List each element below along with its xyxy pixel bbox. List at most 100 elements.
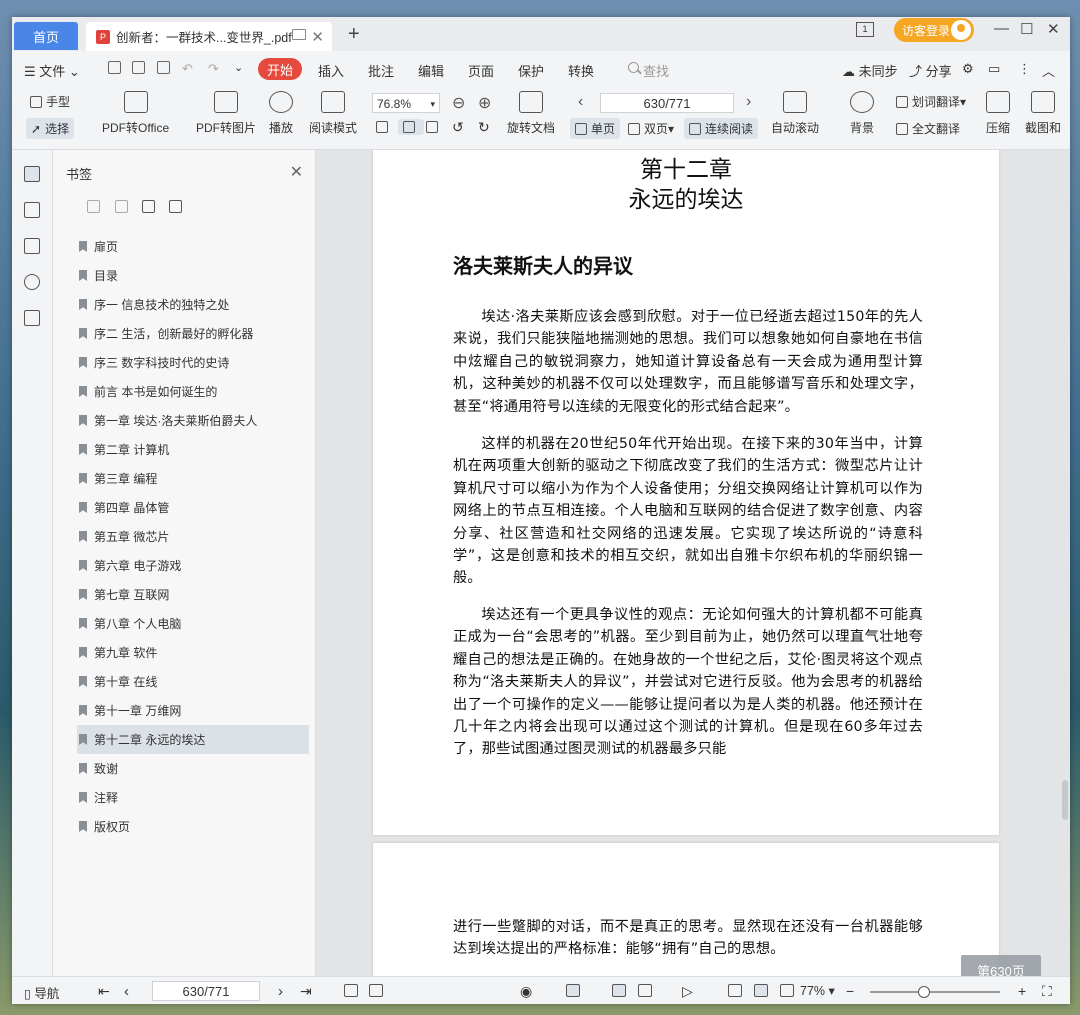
- tab-annotate[interactable]: 批注: [368, 61, 394, 80]
- maximize-icon[interactable]: ☐: [1020, 20, 1033, 38]
- bookmark-item[interactable]: 第六章 电子游戏: [77, 551, 309, 580]
- actual-size-icon[interactable]: [728, 984, 742, 997]
- eye-protect-icon[interactable]: ◉: [520, 983, 532, 1000]
- navigation-toggle[interactable]: ▯ 导航: [24, 983, 59, 1002]
- last-page-icon[interactable]: ⇥: [300, 983, 312, 1000]
- bookmark-options-icon[interactable]: [169, 200, 182, 213]
- zoom-in-icon[interactable]: +: [1018, 983, 1026, 999]
- settings-icon[interactable]: ⚙: [962, 61, 974, 77]
- window-count-icon[interactable]: 1: [856, 22, 874, 37]
- bookmark-item[interactable]: 前言 本书是如何诞生的: [77, 377, 309, 406]
- fit-page-icon[interactable]: [398, 119, 424, 135]
- bookmark-item[interactable]: 序二 生活，创新最好的孵化器: [77, 319, 309, 348]
- search-box[interactable]: 查找: [643, 61, 669, 80]
- open-icon[interactable]: [108, 61, 121, 74]
- add-bookmark-icon[interactable]: [87, 200, 100, 213]
- next-page-icon[interactable]: ›: [278, 983, 283, 1000]
- rotate-document-button[interactable]: 旋转文档: [507, 91, 555, 136]
- bookmark-item[interactable]: 第五章 微芯片: [77, 522, 309, 551]
- compress-button[interactable]: 压缩: [986, 91, 1010, 136]
- single-view-icon[interactable]: [612, 984, 626, 997]
- continuous-read-button[interactable]: 连续阅读: [684, 118, 759, 139]
- tab-page[interactable]: 页面: [468, 61, 494, 80]
- tab-insert[interactable]: 插入: [318, 61, 344, 80]
- zoom-out-icon[interactable]: −: [846, 983, 854, 999]
- bookmark-item[interactable]: 第三章 编程: [77, 464, 309, 493]
- bookmark-item[interactable]: 第一章 埃达·洛夫莱斯伯爵夫人: [77, 406, 309, 435]
- play-button[interactable]: 播放: [269, 91, 293, 136]
- rotate-left-icon[interactable]: ↺: [452, 119, 464, 136]
- hand-tool-button[interactable]: 手型: [30, 93, 70, 110]
- zoom-in-icon[interactable]: ⊕: [478, 93, 491, 113]
- thumbnail-panel-icon[interactable]: [24, 202, 40, 218]
- tab-start[interactable]: 开始: [258, 58, 302, 80]
- zoom-level[interactable]: 77% ▾: [800, 983, 835, 998]
- add-sub-bookmark-icon[interactable]: [115, 200, 128, 213]
- redo-icon[interactable]: ↷: [208, 61, 219, 77]
- bookmark-item[interactable]: 目录: [77, 261, 309, 290]
- tab-edit[interactable]: 编辑: [418, 61, 444, 80]
- save-icon[interactable]: [132, 61, 145, 74]
- bookmark-item[interactable]: 第九章 软件: [77, 638, 309, 667]
- double-view-icon[interactable]: [638, 984, 652, 997]
- auto-scroll-button[interactable]: 自动滚动: [771, 91, 819, 136]
- bookmark-item[interactable]: 第十一章 万维网: [77, 696, 309, 725]
- close-panel-icon[interactable]: ✕: [290, 162, 303, 182]
- double-page-button[interactable]: 双页 ▾: [628, 120, 674, 137]
- bookmark-item[interactable]: 序三 数字科技时代的史诗: [77, 348, 309, 377]
- print-icon[interactable]: [157, 61, 170, 74]
- document-viewport[interactable]: 第十二章 永远的埃达 洛夫莱斯夫人的异议 埃达·洛夫莱斯应该会感到欣慰。对于一位…: [316, 150, 1070, 976]
- fullscreen-icon[interactable]: ⛶: [1042, 983, 1052, 1000]
- monitor-icon[interactable]: [292, 29, 306, 40]
- more-icon[interactable]: ⋮: [1018, 61, 1031, 77]
- bookmark-item[interactable]: 第七章 互联网: [77, 580, 309, 609]
- fit-width-icon[interactable]: [780, 984, 794, 997]
- pdf-to-office-button[interactable]: PDF转Office: [102, 91, 169, 136]
- bookmark-item[interactable]: 第十章 在线: [77, 667, 309, 696]
- play-icon[interactable]: ▷: [682, 983, 693, 1000]
- actual-size-icon[interactable]: [376, 121, 392, 133]
- bookmark-item[interactable]: 序一 信息技术的独特之处: [77, 290, 309, 319]
- background-button[interactable]: 背景: [850, 91, 874, 136]
- forward-view-icon[interactable]: [369, 984, 383, 997]
- fit-page-icon[interactable]: [754, 984, 768, 997]
- undo-icon[interactable]: ↶: [182, 61, 193, 77]
- zoom-out-icon[interactable]: ⊖: [452, 93, 465, 113]
- collapse-ribbon-icon[interactable]: ︿: [1042, 61, 1055, 80]
- signature-icon[interactable]: [24, 310, 40, 326]
- select-tool-button[interactable]: ➚ 选择: [26, 118, 75, 139]
- share-button[interactable]: ⤴ 分享: [909, 61, 952, 80]
- minimize-icon[interactable]: —: [994, 20, 1009, 37]
- zoom-slider[interactable]: [870, 986, 1000, 998]
- continuous-view-icon[interactable]: [566, 984, 580, 997]
- close-tab-icon[interactable]: ✕: [311, 28, 324, 46]
- next-page-icon[interactable]: ›: [746, 93, 751, 111]
- new-tab-button[interactable]: +: [348, 23, 360, 46]
- single-page-button[interactable]: 单页: [570, 118, 621, 139]
- status-page-input[interactable]: 630/771: [152, 981, 260, 1001]
- zoom-select[interactable]: 76.8% ▾: [372, 93, 440, 113]
- bookmark-item[interactable]: 第二章 计算机: [77, 435, 309, 464]
- bookmark-item[interactable]: 第八章 个人电脑: [77, 609, 309, 638]
- word-translate-button[interactable]: 划词翻译 ▾: [896, 93, 966, 110]
- expand-bookmark-icon[interactable]: [142, 200, 155, 213]
- bookmark-item[interactable]: 第十二章 永远的埃达: [77, 725, 309, 754]
- bookmark-item[interactable]: 扉页: [77, 232, 309, 261]
- comment-icon[interactable]: ▭: [988, 61, 1000, 77]
- bookmark-item[interactable]: 版权页: [77, 812, 309, 841]
- prev-page-icon[interactable]: ‹: [124, 983, 129, 1000]
- screenshot-button[interactable]: 截图和: [1025, 91, 1061, 136]
- read-mode-button[interactable]: 阅读模式: [309, 91, 357, 136]
- file-menu[interactable]: ☰ 文件 ⌄: [24, 61, 80, 80]
- quick-access-dropdown-icon[interactable]: ⌄: [234, 61, 243, 74]
- full-translate-button[interactable]: 全文翻译: [896, 120, 960, 137]
- pdf-to-image-button[interactable]: PDF转图片: [196, 91, 256, 136]
- bookmark-panel-icon[interactable]: [24, 166, 40, 182]
- bookmark-item[interactable]: 第四章 晶体管: [77, 493, 309, 522]
- bookmark-item[interactable]: 致谢: [77, 754, 309, 783]
- zoom-slider-handle[interactable]: [918, 986, 930, 998]
- tab-home[interactable]: 首页: [14, 22, 78, 50]
- comment-panel-icon[interactable]: [24, 238, 40, 254]
- bookmark-item[interactable]: 注释: [77, 783, 309, 812]
- page-number-input[interactable]: 630/771: [600, 93, 734, 113]
